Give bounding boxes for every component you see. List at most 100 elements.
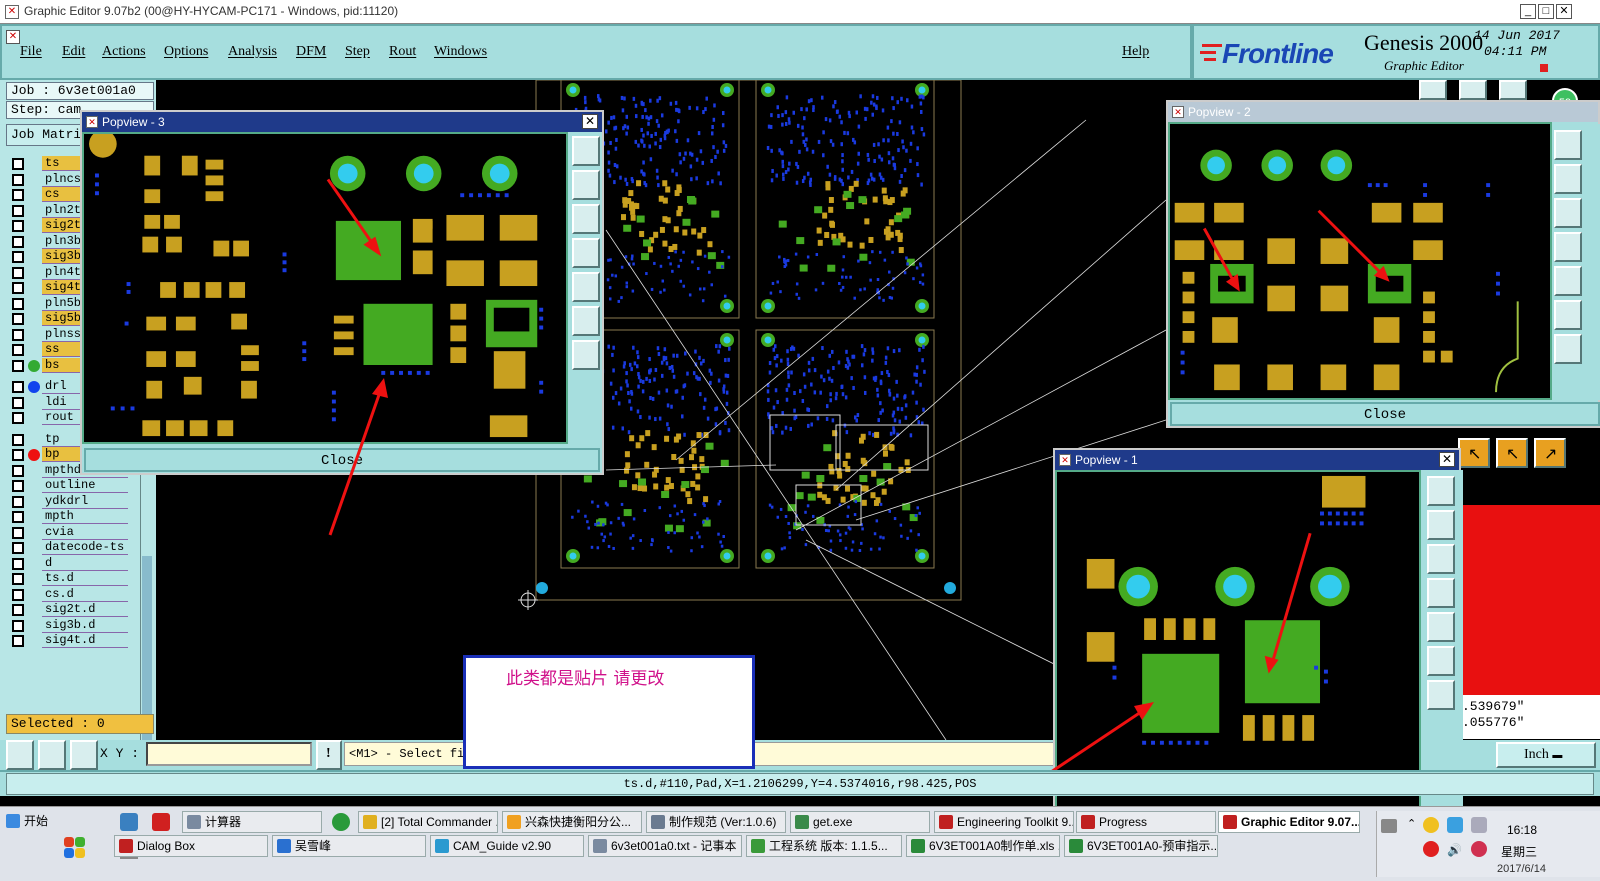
task-pre-review[interactable]: 6V3ET001A0-预审指示... [1064, 835, 1218, 857]
layer-name[interactable]: cs.d [42, 586, 128, 602]
layer-row[interactable]: outline [6, 478, 128, 494]
layer-row[interactable]: ts.d [6, 571, 128, 587]
warning-button[interactable]: ! [316, 740, 342, 770]
layer-checkbox[interactable] [12, 266, 24, 279]
popview-3-close-button[interactable]: Close [84, 448, 600, 472]
pv2-tool-right-button[interactable] [1554, 266, 1582, 296]
pv2-tool-left-button[interactable] [1554, 232, 1582, 262]
clock-time[interactable]: 16:18 [1507, 823, 1537, 837]
popview-2[interactable]: ✕ Popview - 2 Close [1166, 100, 1600, 428]
menu-step[interactable]: Step [345, 44, 370, 60]
tray-icon[interactable] [1471, 817, 1487, 833]
pv3-tool-center-button[interactable] [572, 340, 600, 370]
layer-checkbox[interactable] [12, 381, 24, 393]
task-xingsen[interactable]: 兴森快捷衡阳分公... [502, 811, 642, 833]
volume-icon[interactable]: 🔊 [1447, 843, 1462, 858]
popview-3[interactable]: ✕ Popview - 3 ✕ Close [80, 110, 604, 475]
layer-row[interactable]: sig4t.d [6, 633, 128, 649]
layer-checkbox[interactable] [12, 359, 24, 372]
pv1-tool-zoom-button[interactable] [1427, 476, 1455, 506]
popview-2-canvas[interactable] [1168, 122, 1552, 400]
units-selector[interactable]: Inch ▬ [1496, 742, 1596, 768]
pv2-tool-fit-button[interactable] [1554, 300, 1582, 330]
task-total-commander[interactable]: [2] Total Commander ... [358, 811, 498, 833]
layer-checkbox[interactable] [12, 619, 24, 632]
layer-name[interactable]: mpth [42, 509, 128, 524]
pv2-tool-zoom-button[interactable] [1554, 130, 1582, 160]
task-dialog-box[interactable]: Dialog Box [114, 835, 268, 857]
menu-file[interactable]: File [20, 44, 42, 60]
layer-checkbox[interactable] [12, 433, 24, 446]
pv2-tool-up-button[interactable] [1554, 164, 1582, 194]
menu-close-icon[interactable]: ✕ [6, 30, 20, 44]
select-poly-button[interactable]: ↗ [1534, 438, 1566, 468]
network-icon[interactable] [1447, 817, 1463, 833]
popview-3-titlebar[interactable]: ✕ Popview - 3 ✕ [82, 112, 602, 132]
tool-arrow-button[interactable] [1499, 80, 1527, 100]
layer-checkbox[interactable] [12, 588, 24, 601]
task-calculator[interactable]: 计算器 [182, 811, 322, 833]
task-graphic-editor[interactable]: Graphic Editor 9.07... [1218, 811, 1360, 833]
tray-app-icon[interactable] [1423, 817, 1439, 833]
popview-1-close-icon[interactable]: ✕ [1439, 452, 1455, 467]
layer-row[interactable]: cvia [6, 524, 128, 541]
task-wu-xuefeng[interactable]: 吴雪峰 [272, 835, 426, 857]
tray-expand-icon[interactable]: ⌃ [1407, 817, 1416, 830]
layer-checkbox[interactable] [12, 220, 24, 232]
pv3-tool-fit-button[interactable] [572, 306, 600, 336]
snap-tool-button[interactable] [38, 740, 66, 770]
layer-checkbox[interactable] [12, 480, 24, 492]
popview-3-canvas[interactable] [82, 132, 568, 444]
task-engineering-system[interactable]: 工程系统 版本: 1.1.5... [746, 835, 902, 857]
tool-zoom-home-button[interactable] [1419, 80, 1447, 100]
menu-actions[interactable]: Actions [102, 44, 146, 60]
task-notepad[interactable]: 6v3et001a0.txt - 记事本 [588, 835, 742, 857]
layer-checkbox[interactable] [12, 464, 24, 477]
layer-name[interactable]: ts.d [42, 571, 128, 586]
layer-row[interactable]: cs.d [6, 586, 128, 603]
pv1-tool-fit-button[interactable] [1427, 646, 1455, 676]
layer-checkbox[interactable] [12, 635, 24, 647]
layer-row[interactable]: mpth [6, 509, 128, 525]
layer-name[interactable]: sig2t.d [42, 602, 128, 617]
menu-windows[interactable]: Windows [434, 44, 487, 60]
pdf-reader-icon[interactable] [152, 813, 170, 831]
popview-2-titlebar[interactable]: ✕ Popview - 2 [1168, 102, 1598, 122]
layer-name[interactable]: ydkdrl [42, 493, 128, 509]
menu-edit[interactable]: Edit [62, 44, 85, 60]
popview-1-titlebar[interactable]: ✕ Popview - 1 ✕ [1055, 450, 1459, 470]
pv1-tool-center-button[interactable] [1427, 680, 1455, 710]
start-button[interactable]: 开始 [2, 811, 102, 833]
layer-name[interactable]: d [42, 555, 128, 571]
select-pointer-button[interactable]: ↖ [1458, 438, 1490, 468]
select-rect-button[interactable]: ↖ [1496, 438, 1528, 468]
windows-logo-icon[interactable] [64, 837, 86, 859]
menu-dfm[interactable]: DFM [296, 44, 326, 60]
layer-checkbox[interactable] [12, 235, 24, 248]
pv1-tool-left-button[interactable] [1427, 578, 1455, 608]
layer-row[interactable]: d [6, 555, 128, 572]
layer-row[interactable]: sig2t.d [6, 602, 128, 618]
task-spec[interactable]: 制作规范 (Ver:1.0.6) [646, 811, 786, 833]
close-window-button[interactable]: ✕ [1556, 4, 1572, 19]
pv1-tool-right-button[interactable] [1427, 612, 1455, 642]
maximize-button[interactable]: □ [1538, 4, 1554, 19]
layer-checkbox[interactable] [12, 412, 24, 424]
layer-checkbox[interactable] [12, 328, 24, 341]
xy-input[interactable] [146, 742, 312, 766]
layer-checkbox[interactable] [12, 173, 24, 186]
layer-checkbox[interactable] [12, 204, 24, 217]
browser-icon[interactable] [332, 813, 350, 831]
layer-checkbox[interactable] [12, 542, 24, 554]
layer-checkbox[interactable] [12, 344, 24, 356]
layer-checkbox[interactable] [12, 604, 24, 616]
layer-checkbox[interactable] [12, 313, 24, 325]
task-excel-sheet[interactable]: 6V3ET001A0制作单.xls ... [906, 835, 1060, 857]
layer-row[interactable]: datecode-ts [6, 540, 128, 556]
task-engineering-toolkit[interactable]: Engineering Toolkit 9.... [934, 811, 1074, 833]
layer-checkbox[interactable] [12, 158, 24, 170]
menu-help[interactable]: Help [1122, 44, 1149, 60]
pv3-tool-right-button[interactable] [572, 272, 600, 302]
pv2-tool-center-button[interactable] [1554, 334, 1582, 364]
popview-3-close-icon[interactable]: ✕ [582, 114, 598, 129]
